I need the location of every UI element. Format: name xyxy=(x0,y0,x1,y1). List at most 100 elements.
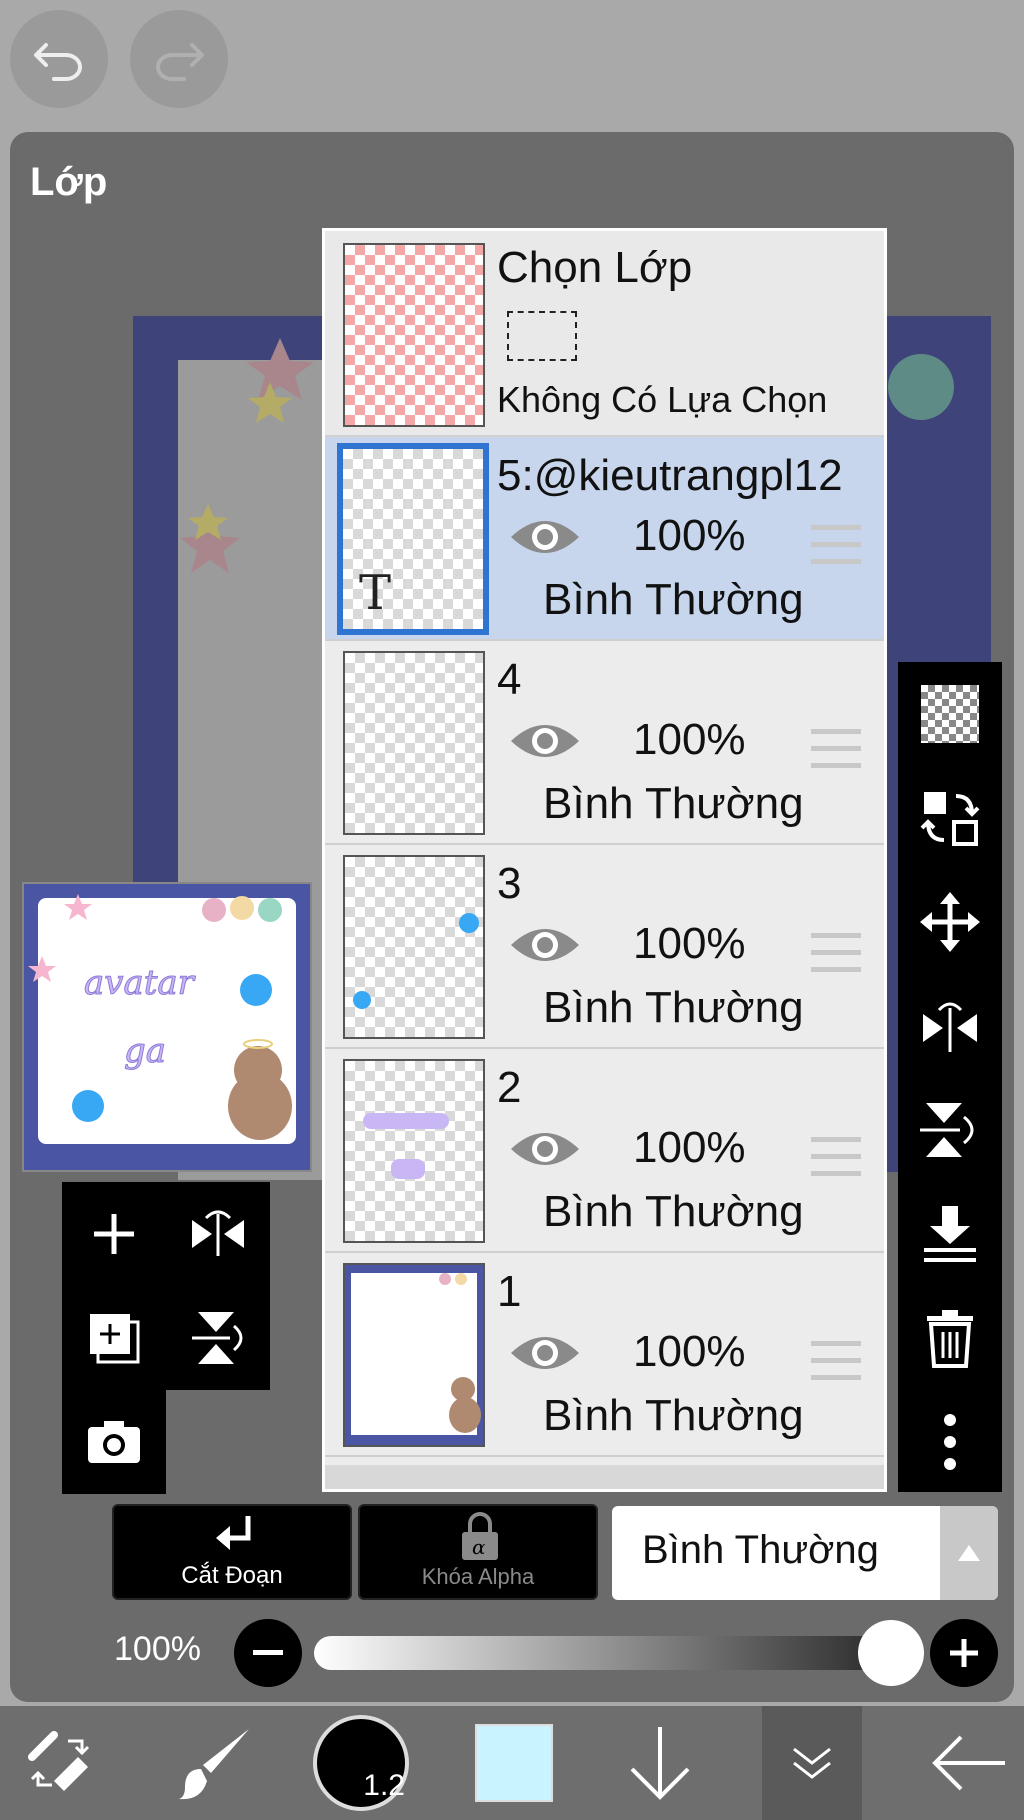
selection-marquee-icon xyxy=(507,311,577,361)
layer-row[interactable]: 3 100% Bình Thường xyxy=(325,845,884,1049)
move-button[interactable] xyxy=(898,870,1002,974)
back-button[interactable] xyxy=(914,1706,1024,1820)
layers-panel-button[interactable] xyxy=(762,1706,862,1820)
layer-opacity: 100% xyxy=(633,1123,746,1172)
brush-eraser-swap-icon xyxy=(28,1731,90,1791)
right-tool-strip xyxy=(898,662,1002,1492)
clipping-label: Cắt Đoạn xyxy=(181,1562,283,1589)
layer-name: 4 xyxy=(497,655,522,704)
opacity-increase-button[interactable] xyxy=(930,1619,998,1687)
clipping-button[interactable]: Cắt Đoạn xyxy=(112,1504,352,1600)
trash-icon xyxy=(927,1310,973,1368)
flip-horizontal-icon xyxy=(192,1210,244,1256)
layer-blend-mode: Bình Thường xyxy=(543,575,804,624)
arrow-left-icon xyxy=(932,1735,1005,1791)
frame-art-thumbnail xyxy=(345,1265,483,1445)
transform-tool-button[interactable] xyxy=(0,1706,120,1820)
layer-thumbnail xyxy=(343,1263,485,1447)
flip-horizontal-button[interactable] xyxy=(166,1182,270,1286)
svg-text:avatar: avatar xyxy=(84,963,196,1003)
layer-row[interactable]: 4 100% Bình Thường xyxy=(325,641,884,845)
arrow-down-icon xyxy=(630,1727,690,1800)
minus-icon xyxy=(253,1650,283,1655)
merge-down-button[interactable] xyxy=(898,1182,1002,1286)
flip-vertical-button[interactable] xyxy=(166,1286,270,1390)
brush-tool-button[interactable] xyxy=(160,1706,270,1820)
more-vertical-icon xyxy=(944,1414,956,1470)
lock-icon: α xyxy=(462,1512,498,1560)
layer-name: 2 xyxy=(497,1063,522,1112)
layer-name: 1 xyxy=(497,1267,522,1316)
layer-blend-mode: Bình Thường xyxy=(543,779,804,828)
redo-button[interactable] xyxy=(130,10,228,108)
eye-icon[interactable] xyxy=(509,1329,581,1377)
undo-icon xyxy=(34,43,82,81)
blend-mode-select[interactable]: Bình Thường xyxy=(612,1506,998,1600)
flip-horizontal-right-button[interactable] xyxy=(898,974,1002,1078)
layer-opacity: 100% xyxy=(633,715,746,764)
chevron-up-icon[interactable] xyxy=(940,1506,998,1600)
flip-vertical-right-button[interactable] xyxy=(898,1078,1002,1182)
drag-handle-icon[interactable] xyxy=(811,933,861,977)
brush-size-indicator: 1.2 xyxy=(313,1715,409,1811)
delete-layer-button[interactable] xyxy=(898,1286,1002,1390)
opacity-slider-thumb[interactable] xyxy=(858,1620,924,1686)
eye-icon[interactable] xyxy=(509,513,581,561)
brush-size-button[interactable]: 1.2 xyxy=(306,1706,416,1820)
dot-shape xyxy=(353,991,371,1009)
clipping-arrow-icon xyxy=(216,1516,251,1550)
svg-text:ga: ga xyxy=(124,1031,166,1071)
add-layer-button[interactable] xyxy=(62,1182,166,1286)
undo-button[interactable] xyxy=(10,10,108,108)
checker-icon xyxy=(921,685,979,743)
layer-row[interactable]: T 5:@kieutrangpl12 100% Bình Thường xyxy=(325,437,884,641)
layer-opacity: 100% xyxy=(633,511,746,560)
drag-handle-icon[interactable] xyxy=(811,525,861,569)
canvas-preview[interactable]: avatar ga xyxy=(22,882,312,1172)
selection-layer-row[interactable]: Chọn Lớp Không Có Lựa Chọn xyxy=(325,231,884,437)
color-swatch xyxy=(475,1724,553,1802)
brush-icon xyxy=(179,1729,249,1800)
drag-handle-icon[interactable] xyxy=(811,1341,861,1385)
layer-thumbnail: T xyxy=(337,443,489,635)
layers-list: Chọn Lớp Không Có Lựa Chọn T 5:@kieutran… xyxy=(322,228,887,1492)
eye-icon[interactable] xyxy=(509,921,581,969)
dot-shape xyxy=(459,913,479,933)
layer-blend-mode: Bình Thường xyxy=(543,983,804,1032)
opacity-slider[interactable] xyxy=(314,1636,894,1670)
top-bar xyxy=(0,0,1024,124)
plus-icon xyxy=(94,1214,134,1254)
moon-stars-decoration xyxy=(169,336,314,573)
layer-row[interactable]: 2 100% Bình Thường xyxy=(325,1049,884,1253)
planet-decoration xyxy=(888,354,954,420)
more-options-button[interactable] xyxy=(898,1390,1002,1494)
camera-button[interactable] xyxy=(62,1390,166,1494)
left-tool-panel xyxy=(62,1182,270,1390)
camera-icon xyxy=(88,1421,140,1463)
drag-handle-icon[interactable] xyxy=(811,729,861,773)
dialog-title: Lớp xyxy=(30,160,108,204)
layer-blend-mode: Bình Thường xyxy=(543,1391,804,1440)
transparent-background-button[interactable] xyxy=(898,662,1002,766)
swap-layer-button[interactable] xyxy=(898,766,1002,870)
duplicate-layer-icon xyxy=(90,1314,140,1364)
selection-layer-title: Chọn Lớp xyxy=(497,243,693,292)
alpha-lock-button[interactable]: α Khóa Alpha xyxy=(358,1504,598,1600)
duplicate-layer-button[interactable] xyxy=(62,1286,166,1390)
bottom-toolbar: 1.2 xyxy=(0,1706,1024,1820)
preview-artwork: avatar ga xyxy=(24,884,310,1170)
opacity-decrease-button[interactable] xyxy=(234,1619,302,1687)
flip-vertical-icon xyxy=(920,1103,974,1157)
layer-opacity: 100% xyxy=(633,1327,746,1376)
layer-thumbnail xyxy=(343,651,485,835)
text-art-thumbnail xyxy=(363,1113,449,1179)
eye-icon[interactable] xyxy=(509,1125,581,1173)
eye-icon[interactable] xyxy=(509,717,581,765)
layer-name: 3 xyxy=(497,859,522,908)
move-down-button[interactable] xyxy=(620,1706,700,1820)
alpha-lock-label: Khóa Alpha xyxy=(421,1564,535,1589)
drag-handle-icon[interactable] xyxy=(811,1137,861,1181)
color-button[interactable] xyxy=(464,1706,564,1820)
blend-mode-value: Bình Thường xyxy=(642,1528,879,1572)
layer-row[interactable]: 1 100% Bình Thường xyxy=(325,1253,884,1457)
